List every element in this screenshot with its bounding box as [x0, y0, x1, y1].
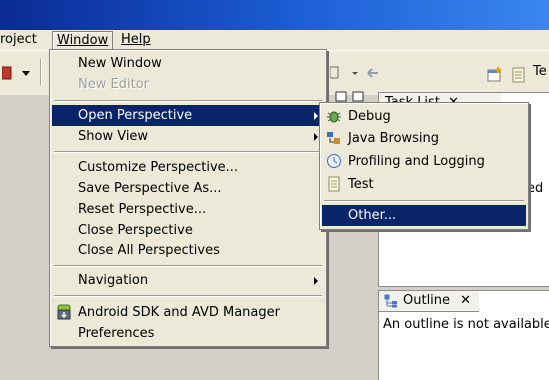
navigation-arrows-icon[interactable]: [330, 65, 386, 81]
java-browsing-icon: [327, 132, 340, 144]
menu-item-close-perspective[interactable]: Close Perspective: [52, 220, 324, 241]
menu-item-save-perspective-as[interactable]: Save Perspective As...: [52, 178, 324, 199]
menu-bar: roject Window Help: [0, 30, 549, 50]
outline-message: An outline is not available: [383, 317, 549, 332]
perspective-test-icon[interactable]: [512, 67, 526, 83]
menu-item-new-editor[interactable]: New Editor: [52, 74, 324, 95]
submenu-item-java-browsing[interactable]: Java Browsing: [322, 128, 526, 149]
menu-item-show-view-label: Show View: [78, 129, 149, 144]
menu-item-android-sdk-label: Android SDK and AVD Manager: [78, 305, 280, 320]
menu-item-close-all-perspectives-label: Close All Perspectives: [78, 243, 220, 258]
menu-item-new-editor-label: New Editor: [78, 77, 149, 92]
android-sdk-icon: [57, 304, 71, 320]
profiling-clock-icon: [327, 154, 341, 168]
submenu-arrow-icon: [314, 112, 318, 120]
menu-item-customize-perspective-label: Customize Perspective...: [78, 160, 239, 175]
menu-separator: [54, 265, 322, 267]
submenu-item-debug[interactable]: Debug: [322, 106, 526, 127]
menu-help-label: Help: [121, 32, 151, 47]
menu-separator: [54, 151, 322, 153]
tab-outline-label: Outline: [403, 293, 451, 308]
submenu-item-java-browsing-label: Java Browsing: [348, 131, 440, 146]
submenu-item-profiling[interactable]: Profiling and Logging: [322, 151, 526, 172]
submenu-item-other-label: Other...: [348, 208, 397, 223]
submenu-arrow-icon: [314, 133, 318, 141]
submenu-item-profiling-label: Profiling and Logging: [348, 154, 485, 169]
task-list-content: ed: [527, 181, 544, 196]
submenu-item-test-label: Test: [348, 177, 374, 192]
submenu-item-other[interactable]: Other...: [322, 205, 526, 226]
menu-item-android-sdk[interactable]: Android SDK and AVD Manager: [52, 302, 324, 323]
menu-item-open-perspective-label: Open Perspective: [78, 108, 193, 123]
test-page-icon: [328, 176, 340, 192]
menu-item-show-view[interactable]: Show View: [52, 126, 324, 147]
menu-item-navigation[interactable]: Navigation: [52, 270, 324, 291]
menu-item-new-window[interactable]: New Window: [52, 53, 324, 74]
close-icon[interactable]: ✕: [460, 293, 471, 308]
toolbar-separator: [40, 59, 42, 85]
menu-item-navigation-label: Navigation: [78, 273, 149, 288]
tab-outline[interactable]: Outline ✕: [379, 291, 479, 312]
window-menu: New Window New Editor Open Perspective S…: [49, 49, 327, 347]
menu-separator: [54, 100, 322, 102]
open-perspective-submenu: Debug Java Browsing Profiling and Loggin…: [319, 102, 529, 230]
debug-bug-icon: [327, 111, 341, 123]
menu-item-close-all-perspectives[interactable]: Close All Perspectives: [52, 240, 324, 261]
menu-separator: [324, 200, 524, 202]
menu-item-customize-perspective[interactable]: Customize Perspective...: [52, 157, 324, 178]
submenu-arrow-icon: [314, 277, 318, 285]
menu-item-open-perspective[interactable]: Open Perspective: [52, 105, 324, 126]
title-bar: [0, 0, 549, 30]
menu-item-new-window-label: New Window: [78, 56, 162, 71]
menu-item-preferences[interactable]: Preferences: [52, 323, 324, 344]
menu-window-label: Window: [57, 33, 109, 48]
submenu-item-debug-label: Debug: [348, 109, 391, 124]
menu-item-preferences-label: Preferences: [78, 326, 155, 341]
new-wizard-icon[interactable]: [2, 65, 32, 81]
submenu-item-test[interactable]: Test: [322, 174, 526, 195]
open-perspective-icon[interactable]: [487, 67, 503, 83]
outline-icon: [384, 294, 397, 308]
outline-view: Outline ✕ An outline is not available: [378, 290, 549, 380]
menu-item-save-perspective-as-label: Save Perspective As...: [78, 181, 222, 196]
menu-project[interactable]: roject: [0, 31, 41, 49]
menu-help[interactable]: Help: [117, 31, 155, 49]
perspective-label[interactable]: Te: [533, 64, 547, 79]
menu-window[interactable]: Window: [52, 31, 114, 50]
eclipse-window: roject Window Help Te Task List: [0, 0, 549, 380]
menu-item-reset-perspective-label: Reset Perspective...: [78, 202, 207, 217]
menu-separator: [54, 295, 322, 297]
menu-item-reset-perspective[interactable]: Reset Perspective...: [52, 199, 324, 220]
menu-item-close-perspective-label: Close Perspective: [78, 223, 193, 238]
